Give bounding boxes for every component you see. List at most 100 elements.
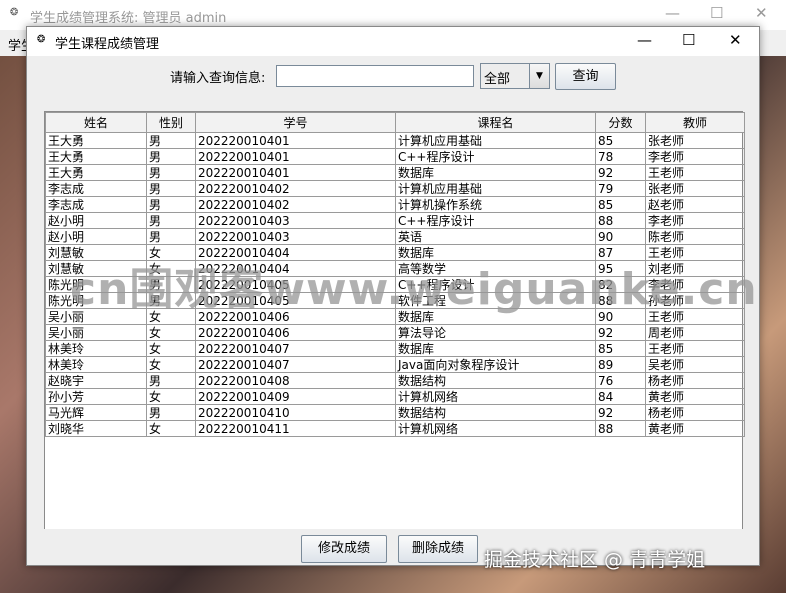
table-cell[interactable]: 吴小丽 xyxy=(45,324,147,341)
table-cell[interactable]: 202220010409 xyxy=(195,388,396,405)
table-cell[interactable]: 92 xyxy=(595,324,646,341)
column-header[interactable]: 课程名 xyxy=(395,112,596,133)
table-cell[interactable]: 张老师 xyxy=(645,180,745,197)
table-cell[interactable]: 女 xyxy=(146,260,196,277)
table-cell[interactable]: 202220010406 xyxy=(195,308,396,325)
table-cell[interactable]: 88 xyxy=(595,420,646,437)
column-header[interactable]: 教师 xyxy=(645,112,745,133)
table-row[interactable]: 李志成男 202220010402 计算机应用基础 79 张老师 xyxy=(45,180,745,197)
table-row[interactable]: 刘晓华女 202220010411 计算机网络 88 黄老师 xyxy=(45,420,745,437)
table-cell[interactable]: C++程序设计 xyxy=(395,148,596,165)
table-cell[interactable]: 数据库 xyxy=(395,308,596,325)
table-cell[interactable]: 王大勇 xyxy=(45,132,147,149)
table-cell[interactable]: 202220010401 xyxy=(195,132,396,149)
table-cell[interactable]: 女 xyxy=(146,244,196,261)
table-cell[interactable]: 202220010407 xyxy=(195,356,396,373)
table-cell[interactable]: 92 xyxy=(595,404,646,421)
table-cell[interactable]: 李老师 xyxy=(645,148,745,165)
column-header[interactable]: 姓名 xyxy=(45,112,147,133)
table-cell[interactable]: 202220010410 xyxy=(195,404,396,421)
table-cell[interactable]: 男 xyxy=(146,148,196,165)
table-cell[interactable]: 202220010405 xyxy=(195,292,396,309)
table-cell[interactable]: 202220010405 xyxy=(195,276,396,293)
table-cell[interactable]: 90 xyxy=(595,228,646,245)
table-cell[interactable]: 王老师 xyxy=(645,164,745,181)
table-cell[interactable]: 76 xyxy=(595,372,646,389)
table-cell[interactable]: 男 xyxy=(146,404,196,421)
table-cell[interactable]: 林美玲 xyxy=(45,356,147,373)
table-cell[interactable]: 202220010403 xyxy=(195,212,396,229)
table-cell[interactable]: 85 xyxy=(595,196,646,213)
table-cell[interactable]: 90 xyxy=(595,308,646,325)
table-cell[interactable]: 刘慧敏 xyxy=(45,260,147,277)
table-cell[interactable]: 男 xyxy=(146,372,196,389)
table-row[interactable]: 王大勇男 202220010401 计算机应用基础 85 张老师 xyxy=(45,132,745,149)
table-cell[interactable]: 202220010401 xyxy=(195,148,396,165)
table-cell[interactable]: 85 xyxy=(595,340,646,357)
table-row[interactable]: 刘慧敏女 202220010404 高等数学 95 刘老师 xyxy=(45,260,745,277)
table-cell[interactable]: 男 xyxy=(146,196,196,213)
table-row[interactable]: 李志成男 202220010402 计算机操作系统 85 赵老师 xyxy=(45,196,745,213)
table-cell[interactable]: 杨老师 xyxy=(645,372,745,389)
table-cell[interactable]: 202220010402 xyxy=(195,180,396,197)
table-row[interactable]: 吴小丽女 202220010406 算法导论 92 周老师 xyxy=(45,324,745,341)
table-cell[interactable]: 赵小明 xyxy=(45,212,147,229)
table-cell[interactable]: 李志成 xyxy=(45,196,147,213)
table-cell[interactable]: 赵老师 xyxy=(645,196,745,213)
table-cell[interactable]: 92 xyxy=(595,164,646,181)
table-cell[interactable]: 黄老师 xyxy=(645,388,745,405)
table-cell[interactable]: 赵小明 xyxy=(45,228,147,245)
table-cell[interactable]: 刘慧敏 xyxy=(45,244,147,261)
outer-close-button[interactable]: ✕ xyxy=(755,4,768,22)
column-header[interactable]: 学号 xyxy=(195,112,396,133)
table-cell[interactable]: 数据库 xyxy=(395,340,596,357)
table-cell[interactable]: 计算机网络 xyxy=(395,420,596,437)
chevron-down-icon[interactable]: ▼ xyxy=(529,64,549,88)
table-cell[interactable]: C++程序设计 xyxy=(395,212,596,229)
table-cell[interactable]: 计算机应用基础 xyxy=(395,132,596,149)
table-cell[interactable]: 男 xyxy=(146,212,196,229)
table-cell[interactable]: 202220010402 xyxy=(195,196,396,213)
table-cell[interactable]: 林美玲 xyxy=(45,340,147,357)
table-row[interactable]: 陈光明男 202220010405 软件工程 88 孙老师 xyxy=(45,292,745,309)
table-cell[interactable]: 李老师 xyxy=(645,212,745,229)
table-cell[interactable]: 202220010406 xyxy=(195,324,396,341)
table-cell[interactable]: 数据结构 xyxy=(395,404,596,421)
table-row[interactable]: 马光辉男 202220010410 数据结构 92 杨老师 xyxy=(45,404,745,421)
delete-grade-button[interactable]: 删除成绩 xyxy=(398,535,478,563)
table-cell[interactable]: 女 xyxy=(146,356,196,373)
table-cell[interactable]: 杨老师 xyxy=(645,404,745,421)
table-cell[interactable]: 数据结构 xyxy=(395,372,596,389)
table-cell[interactable]: C++程序设计 xyxy=(395,276,596,293)
table-row[interactable]: 赵小明男 202220010403 英语 90 陈老师 xyxy=(45,228,745,245)
table-cell[interactable]: 女 xyxy=(146,340,196,357)
table-cell[interactable]: 李志成 xyxy=(45,180,147,197)
table-cell[interactable]: 吴小丽 xyxy=(45,308,147,325)
table-row[interactable]: 赵晓宇男 202220010408 数据结构 76 杨老师 xyxy=(45,372,745,389)
table-cell[interactable]: 202220010404 xyxy=(195,260,396,277)
table-cell[interactable]: 88 xyxy=(595,292,646,309)
table-cell[interactable]: 刘老师 xyxy=(645,260,745,277)
table-cell[interactable]: 王大勇 xyxy=(45,164,147,181)
table-cell[interactable]: 202220010404 xyxy=(195,244,396,261)
table-cell[interactable]: 78 xyxy=(595,148,646,165)
minimize-button[interactable]: — xyxy=(637,31,652,49)
outer-minimize-button[interactable]: — xyxy=(665,4,680,22)
edit-grade-button[interactable]: 修改成绩 xyxy=(301,535,387,563)
table-cell[interactable]: 陈老师 xyxy=(645,228,745,245)
close-button[interactable]: ✕ xyxy=(729,31,742,49)
query-input[interactable] xyxy=(276,65,474,87)
table-row[interactable]: 王大勇男 202220010401 数据库 92 王老师 xyxy=(45,164,745,181)
column-header[interactable]: 性别 xyxy=(146,112,196,133)
table-cell[interactable]: 82 xyxy=(595,276,646,293)
table-cell[interactable]: 女 xyxy=(146,308,196,325)
table-cell[interactable]: 陈光明 xyxy=(45,292,147,309)
maximize-button[interactable]: ☐ xyxy=(682,31,695,49)
table-cell[interactable]: 202220010403 xyxy=(195,228,396,245)
table-cell[interactable]: 男 xyxy=(146,180,196,197)
table-cell[interactable]: 202220010407 xyxy=(195,340,396,357)
table-cell[interactable]: 黄老师 xyxy=(645,420,745,437)
table-row[interactable]: 王大勇男 202220010401 C++程序设计 78 李老师 xyxy=(45,148,745,165)
table-cell[interactable]: 202220010401 xyxy=(195,164,396,181)
table-cell[interactable]: 王大勇 xyxy=(45,148,147,165)
